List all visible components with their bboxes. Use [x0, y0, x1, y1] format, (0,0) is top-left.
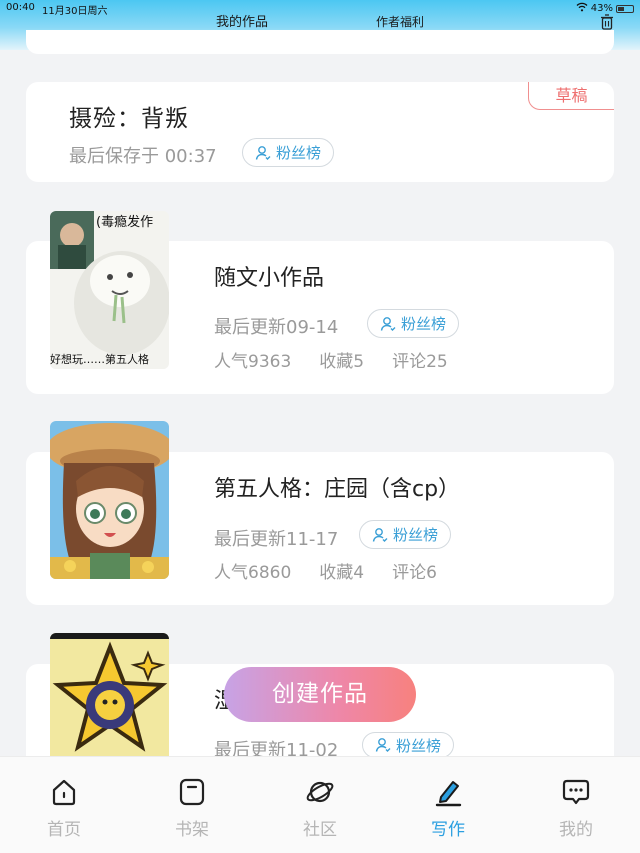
draft-badge: 草稿: [528, 82, 614, 110]
user-icon: [255, 145, 271, 160]
favorites-count: 收藏4: [319, 563, 365, 583]
status-date: 11月30日周六: [42, 6, 108, 17]
cover-caption-bottom: 好想玩……第五人格: [50, 353, 149, 366]
work-stats: 人气9363 收藏5 评论25: [214, 347, 448, 372]
wifi-icon: [576, 2, 588, 15]
home-icon: [52, 779, 76, 806]
work-card-partial[interactable]: [26, 30, 614, 54]
favorites-count: 收藏5: [319, 352, 365, 372]
nav-label: 写作: [431, 820, 465, 840]
fan-ranking-label: 粉丝榜: [401, 315, 447, 333]
fan-ranking-button[interactable]: 粉丝榜: [359, 520, 452, 549]
bookshelf-icon: [179, 778, 205, 806]
nav-label: 社区: [303, 820, 337, 840]
fan-ranking-button[interactable]: 粉丝榜: [362, 732, 455, 758]
tab-author-benefits[interactable]: 作者福利: [376, 13, 424, 30]
meme-cover-art: [50, 211, 169, 369]
draft-card[interactable]: 摄殓：背叛 草稿 最后保存于 00:37 粉丝榜: [26, 82, 614, 182]
popularity-count: 人气6860: [214, 563, 292, 583]
status-time: 00:40: [6, 2, 35, 13]
cover-caption-top: (毒瘾发作: [96, 215, 154, 230]
user-icon: [372, 527, 388, 542]
work-cover-image[interactable]: [50, 421, 169, 579]
fan-ranking-label: 粉丝榜: [276, 144, 322, 162]
work-updated: 最后更新09-14: [214, 317, 339, 338]
planet-icon: [306, 781, 334, 803]
comments-count: 评论25: [392, 352, 448, 372]
pen-icon: [435, 781, 462, 807]
bottom-nav: 首页 书架 社区 写作 我的: [0, 756, 640, 853]
fan-ranking-label: 粉丝榜: [396, 736, 442, 755]
chat-bubble-icon: [562, 779, 590, 805]
user-icon: [375, 738, 391, 752]
trash-icon[interactable]: [600, 14, 614, 30]
fan-ranking-button[interactable]: 粉丝榜: [367, 309, 460, 338]
nav-item-mine[interactable]: 我的: [536, 777, 616, 840]
nav-item-bookshelf[interactable]: 书架: [152, 777, 232, 840]
battery-icon: [616, 4, 634, 13]
anime-girl-cover-art: [50, 421, 169, 579]
user-icon: [380, 316, 396, 331]
nav-label: 我的: [559, 820, 593, 840]
nav-item-writing[interactable]: 写作: [408, 777, 488, 840]
fan-ranking-button[interactable]: 粉丝榜: [242, 138, 335, 167]
comments-count: 评论6: [392, 563, 437, 583]
nav-item-home[interactable]: 首页: [24, 777, 104, 840]
work-title: 随文小作品: [214, 266, 325, 291]
work-cover-image[interactable]: (毒瘾发作 好想玩……第五人格: [50, 211, 169, 369]
nav-label: 书架: [175, 820, 209, 840]
draft-title: 摄殓：背叛: [69, 106, 189, 132]
star-cover-art: [50, 633, 169, 756]
nav-item-community[interactable]: 社区: [280, 777, 360, 840]
work-cover-image[interactable]: [50, 633, 169, 756]
nav-label: 首页: [47, 820, 81, 840]
work-title: 第五人格：庄园（含cp）: [214, 477, 461, 502]
battery-percent: 43%: [590, 3, 613, 14]
create-work-button[interactable]: 创建作品: [224, 667, 416, 722]
popularity-count: 人气9363: [214, 352, 292, 372]
tab-my-works[interactable]: 我的作品: [216, 11, 268, 30]
status-bar: 00:40 11月30日周六 43%: [0, 0, 640, 17]
draft-saved-time: 最后保存于 00:37: [69, 146, 217, 167]
work-stats: 人气6860 收藏4 评论6: [214, 558, 437, 583]
fan-ranking-label: 粉丝榜: [393, 526, 439, 544]
work-updated: 最后更新11-17: [214, 529, 339, 550]
